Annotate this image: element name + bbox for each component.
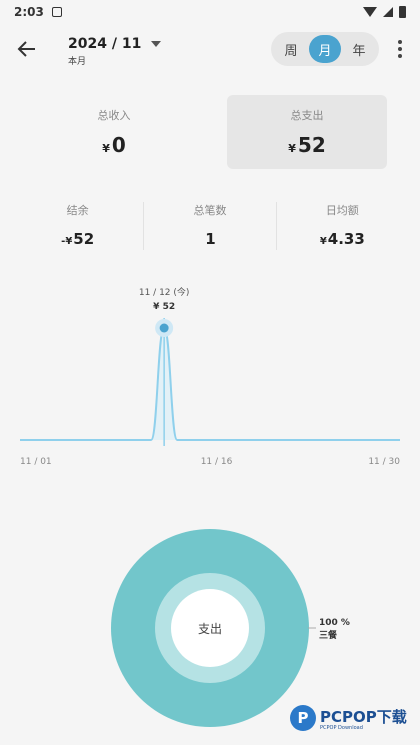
income-label: 总收入 bbox=[97, 109, 131, 122]
stat-daily-avg-value: ¥4.33 bbox=[277, 230, 408, 248]
stat-balance: 结余 -¥52 bbox=[12, 202, 143, 250]
category-donut: 支出 100 % 三餐 bbox=[0, 528, 420, 728]
highlight-point[interactable] bbox=[159, 323, 169, 333]
more-menu-button[interactable] bbox=[392, 38, 408, 60]
trend-point bbox=[333, 439, 335, 441]
trend-point bbox=[255, 439, 257, 441]
status-time: 2:03 bbox=[14, 5, 44, 19]
trend-point bbox=[373, 439, 375, 441]
trend-point bbox=[85, 439, 87, 441]
donut-center-label: 支出 bbox=[198, 622, 222, 636]
trend-point bbox=[294, 439, 296, 441]
watermark-logo: P PCPOP下载 PCPOP Download bbox=[290, 705, 407, 731]
trend-point bbox=[150, 439, 152, 441]
date-sub-label: 本月 bbox=[68, 57, 87, 67]
trend-point bbox=[176, 439, 178, 441]
stat-balance-amount: 52 bbox=[73, 230, 95, 248]
app-bar: 2024 / 11 本月 周 月 年 bbox=[0, 28, 420, 70]
notification-icon bbox=[51, 7, 62, 17]
stat-count: 总笔数 1 bbox=[143, 202, 275, 250]
legend-percent: 100 % bbox=[319, 618, 350, 628]
pcpop-logo-icon: P bbox=[290, 705, 316, 731]
legend-name: 三餐 bbox=[319, 629, 338, 641]
trend-point bbox=[19, 439, 21, 441]
trend-point bbox=[58, 439, 60, 441]
income-card[interactable]: 总收入 ¥0 bbox=[34, 95, 194, 169]
more-dot-icon bbox=[398, 54, 402, 58]
period-year[interactable]: 年 bbox=[343, 35, 375, 63]
period-toggle: 周 月 年 bbox=[271, 32, 379, 66]
trend-point bbox=[32, 439, 34, 441]
stat-count-label: 总笔数 bbox=[193, 204, 227, 217]
summary-cards: 总收入 ¥0 总支出 ¥52 bbox=[0, 95, 420, 169]
trend-point bbox=[111, 439, 113, 441]
status-icons bbox=[363, 6, 406, 18]
stat-daily-avg-amount: 4.33 bbox=[327, 230, 365, 248]
period-week[interactable]: 周 bbox=[275, 35, 307, 63]
stat-daily-avg-label: 日均额 bbox=[325, 204, 359, 217]
status-bar: 2:03 bbox=[0, 0, 420, 24]
trend-chart-svg: 11 / 12 (今) ¥ 52 11 / 01 11 / 16 11 / 30 bbox=[19, 286, 401, 467]
x-tick-label: 11 / 01 bbox=[20, 457, 52, 467]
trend-point bbox=[399, 439, 401, 441]
trend-point bbox=[242, 439, 244, 441]
trend-point bbox=[137, 439, 139, 441]
more-dot-icon bbox=[398, 47, 402, 51]
trend-point bbox=[268, 439, 270, 441]
trend-point bbox=[124, 439, 126, 441]
highlight-value-label: ¥ 52 bbox=[153, 302, 175, 312]
stat-daily-avg-prefix: ¥ bbox=[319, 236, 327, 247]
chevron-down-icon bbox=[151, 41, 162, 47]
x-tick-label: 11 / 16 bbox=[201, 457, 233, 467]
stat-balance-value: -¥52 bbox=[12, 230, 143, 248]
stat-balance-label: 结余 bbox=[66, 204, 89, 217]
x-tick-label: 11 / 30 bbox=[368, 457, 400, 467]
income-value: ¥0 bbox=[34, 133, 194, 157]
trend-point bbox=[347, 439, 349, 441]
watermark-brand: PCPOP下载 bbox=[320, 707, 407, 726]
expense-card[interactable]: 总支出 ¥52 bbox=[227, 95, 387, 169]
expense-trend-chart: 11 / 12 (今) ¥ 52 11 / 01 11 / 16 11 / 30 bbox=[0, 280, 420, 480]
trend-point bbox=[216, 439, 218, 441]
trend-point bbox=[98, 439, 100, 441]
trend-point bbox=[202, 439, 204, 441]
trend-point bbox=[189, 439, 191, 441]
trend-area bbox=[20, 328, 400, 440]
stat-balance-prefix: -¥ bbox=[61, 236, 73, 247]
income-amount: 0 bbox=[111, 133, 126, 157]
trend-point bbox=[320, 439, 322, 441]
arrow-left-icon bbox=[17, 41, 35, 57]
stat-count-value: 1 bbox=[144, 230, 275, 248]
trend-point bbox=[281, 439, 283, 441]
trend-point bbox=[386, 439, 388, 441]
expense-currency: ¥ bbox=[288, 142, 296, 155]
date-label: 2024 / 11 bbox=[68, 36, 142, 52]
stat-daily-avg: 日均额 ¥4.33 bbox=[275, 202, 408, 250]
trend-line bbox=[19, 326, 400, 441]
back-button[interactable] bbox=[14, 36, 40, 62]
trend-point bbox=[360, 439, 362, 441]
date-selector[interactable]: 2024 / 11 本月 bbox=[68, 36, 162, 67]
expense-amount: 52 bbox=[297, 133, 326, 157]
stats-row: 结余 -¥52 总笔数 1 日均额 ¥4.33 bbox=[12, 202, 408, 250]
trend-point bbox=[307, 439, 309, 441]
expense-label: 总支出 bbox=[290, 109, 324, 122]
expense-value: ¥52 bbox=[227, 133, 387, 157]
donut-chart-svg: 支出 100 %三餐 bbox=[111, 529, 350, 727]
trend-point bbox=[45, 439, 47, 441]
battery-icon bbox=[399, 6, 406, 18]
period-month[interactable]: 月 bbox=[309, 35, 341, 63]
stat-count-amount: 1 bbox=[205, 230, 216, 248]
highlight-date-label: 11 / 12 (今) bbox=[139, 286, 190, 298]
more-dot-icon bbox=[398, 40, 402, 44]
trend-point bbox=[71, 439, 73, 441]
signal-icon bbox=[383, 7, 393, 17]
wifi-icon bbox=[363, 7, 377, 17]
trend-point bbox=[229, 439, 231, 441]
income-currency: ¥ bbox=[102, 142, 110, 155]
